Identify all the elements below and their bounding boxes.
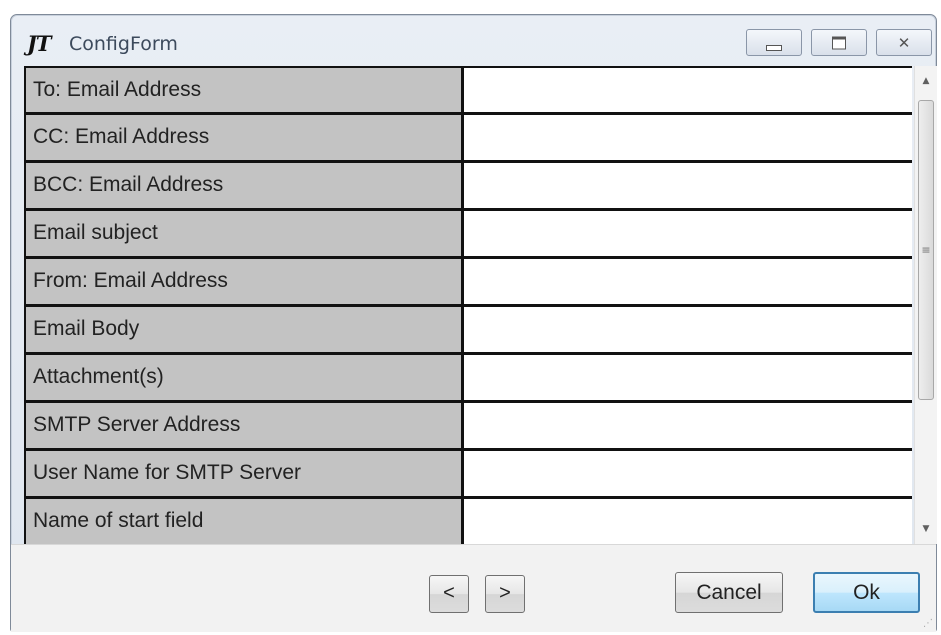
title-bar[interactable]: JT ConfigForm ✕ bbox=[11, 15, 936, 67]
scroll-thumb[interactable]: ≡ bbox=[918, 100, 934, 400]
maximize-button[interactable] bbox=[811, 29, 867, 56]
property-value-cell bbox=[467, 355, 912, 400]
vertical-scrollbar[interactable]: ▲ ≡ ▼ bbox=[914, 66, 937, 544]
grid-row: Attachment(s) bbox=[26, 355, 912, 403]
grid-row: From: Email Address bbox=[26, 259, 912, 307]
property-value-input[interactable] bbox=[467, 68, 912, 112]
ok-button[interactable]: Ok bbox=[813, 572, 920, 613]
property-value-input[interactable] bbox=[467, 259, 912, 304]
property-value-cell bbox=[467, 403, 912, 448]
property-value-input[interactable] bbox=[467, 211, 912, 256]
grid-row: Name of start field bbox=[26, 499, 912, 544]
grid-row: CC: Email Address bbox=[26, 115, 912, 163]
app-logo-icon: JT bbox=[27, 31, 52, 56]
property-value-cell bbox=[467, 68, 912, 112]
grid-row: Email subject bbox=[26, 211, 912, 259]
property-value-input[interactable] bbox=[467, 499, 912, 544]
property-label: User Name for SMTP Server bbox=[26, 451, 464, 496]
property-value-cell bbox=[467, 163, 912, 208]
property-label: CC: Email Address bbox=[26, 115, 464, 160]
maximize-icon bbox=[832, 36, 846, 49]
property-label: Attachment(s) bbox=[26, 355, 464, 400]
property-label: SMTP Server Address bbox=[26, 403, 464, 448]
property-grid: To: Email Address CC: Email Address BCC: E… bbox=[24, 66, 912, 544]
property-label: BCC: Email Address bbox=[26, 163, 464, 208]
property-value-cell bbox=[467, 211, 912, 256]
grid-row: BCC: Email Address bbox=[26, 163, 912, 211]
property-value-cell bbox=[467, 259, 912, 304]
property-value-input[interactable] bbox=[467, 163, 912, 208]
minimize-button[interactable] bbox=[746, 29, 802, 56]
close-button[interactable]: ✕ bbox=[876, 29, 932, 56]
property-label: Email subject bbox=[26, 211, 464, 256]
grid-row: User Name for SMTP Server bbox=[26, 451, 912, 499]
thumb-grip-icon: ≡ bbox=[921, 243, 931, 257]
grid-row: Email Body bbox=[26, 307, 912, 355]
property-value-input[interactable] bbox=[467, 355, 912, 400]
property-value-input[interactable] bbox=[467, 115, 912, 160]
close-icon: ✕ bbox=[897, 33, 911, 52]
scroll-down-icon[interactable]: ▼ bbox=[915, 518, 937, 540]
property-label: Email Body bbox=[26, 307, 464, 352]
minimize-icon bbox=[766, 44, 782, 51]
previous-button[interactable]: < bbox=[429, 575, 469, 613]
grid-row: SMTP Server Address bbox=[26, 403, 912, 451]
scroll-up-icon[interactable]: ▲ bbox=[915, 70, 937, 92]
property-value-input[interactable] bbox=[467, 307, 912, 352]
property-value-cell bbox=[467, 499, 912, 544]
property-grid-rows: To: Email Address CC: Email Address BCC: E… bbox=[24, 66, 912, 544]
app-logo-text: JT bbox=[27, 31, 52, 56]
resize-grip-icon[interactable]: ⋰ bbox=[923, 619, 933, 629]
property-label: Name of start field bbox=[26, 499, 464, 544]
property-value-input[interactable] bbox=[467, 403, 912, 448]
dialog-footer: < > Cancel Ok ⋰ bbox=[11, 544, 936, 632]
property-label: To: Email Address bbox=[26, 68, 464, 112]
property-value-cell bbox=[467, 451, 912, 496]
cancel-button[interactable]: Cancel bbox=[675, 572, 783, 613]
grid-row: To: Email Address bbox=[26, 66, 912, 115]
property-value-input[interactable] bbox=[467, 451, 912, 496]
property-value-cell bbox=[467, 307, 912, 352]
next-button[interactable]: > bbox=[485, 575, 525, 613]
property-label: From: Email Address bbox=[26, 259, 464, 304]
property-value-cell bbox=[467, 115, 912, 160]
window-title: ConfigForm bbox=[69, 33, 178, 55]
